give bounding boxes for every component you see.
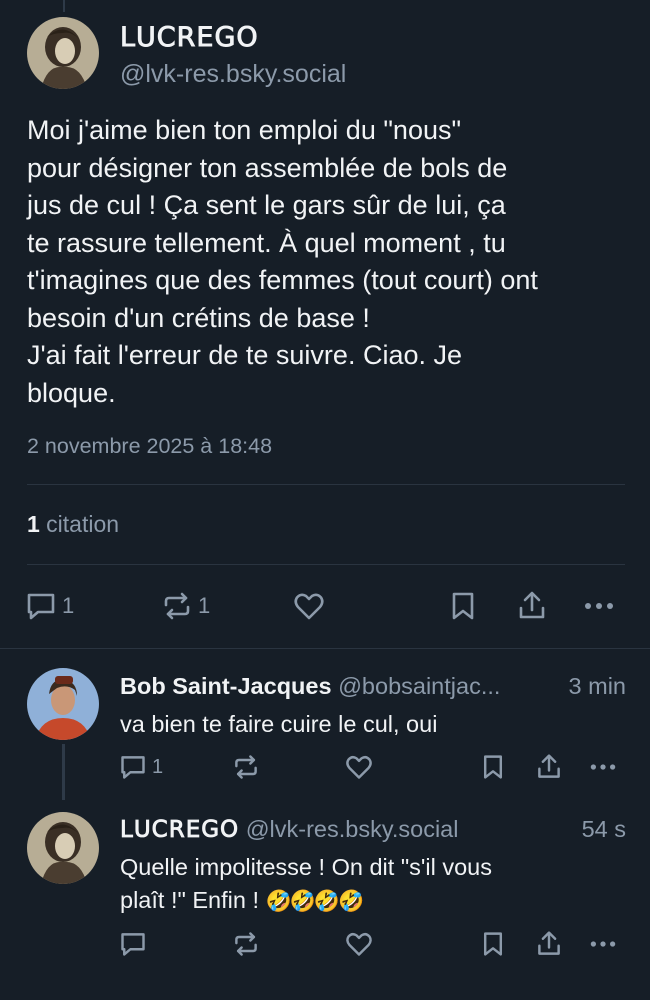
divider (27, 484, 625, 485)
more-button[interactable] (588, 930, 618, 958)
reply-icon (118, 930, 148, 958)
repost-button[interactable] (231, 930, 261, 958)
reply-header: Bob Saint-Jacques @bobsaintjac... (120, 673, 500, 700)
more-button[interactable] (582, 590, 616, 622)
post-time: 54 s (581, 816, 626, 842)
like-icon (344, 930, 374, 958)
like-icon (344, 753, 374, 781)
thread-line (63, 0, 65, 12)
quote-count: 1 (27, 511, 40, 537)
repost-count: 1 (198, 593, 211, 618)
reply-button[interactable] (118, 930, 148, 958)
bookmark-button[interactable] (448, 590, 478, 622)
more-button[interactable] (588, 753, 618, 781)
repost-icon (231, 753, 261, 781)
like-button[interactable] (344, 930, 374, 958)
share-button[interactable] (535, 753, 563, 781)
reply-icon (24, 590, 58, 622)
like-button[interactable] (292, 590, 326, 622)
like-button[interactable] (344, 753, 374, 781)
reply-button[interactable]: 1 (118, 753, 163, 781)
reply-text: Quelle impolitesse ! On dit "s'il vous p… (120, 851, 620, 918)
thread-line (62, 744, 65, 800)
more-icon (588, 930, 618, 958)
reply-button[interactable]: 1 (24, 590, 74, 622)
author-handle[interactable]: @lvk-res.bsky.social (120, 60, 346, 89)
share-icon (516, 590, 548, 622)
bookmark-icon (480, 930, 506, 958)
post-date: 2 novembre 2025 à 18:48 (27, 434, 273, 458)
quote-label: citation (39, 511, 120, 537)
bookmark-icon (480, 753, 506, 781)
post-time: 3 min (568, 673, 626, 699)
reply-text-line: Quelle impolitesse ! On dit "s'il vous (120, 854, 493, 880)
divider (27, 564, 625, 565)
reply-icon (118, 753, 148, 781)
author-name[interactable]: Bob Saint-Jacques (120, 673, 332, 699)
reply-text-line: plaît !" Enfin ! 🤣🤣🤣🤣 (120, 884, 620, 918)
share-button[interactable] (535, 930, 563, 958)
avatar[interactable] (27, 812, 99, 884)
share-icon (535, 930, 563, 958)
author-handle[interactable]: @bobsaintjac... (338, 673, 500, 699)
divider (0, 648, 650, 649)
reply-text-part: plaît !" Enfin ! (120, 887, 266, 913)
repost-icon (231, 930, 261, 958)
share-button[interactable] (516, 590, 548, 622)
repost-icon (160, 590, 194, 622)
author-name[interactable]: ꓡꓴꓚꓣꓰꓖꓳ (120, 816, 239, 843)
reply-header: ꓡꓴꓚꓣꓰꓖꓳ @lvk-res.bsky.social (120, 816, 458, 843)
bookmark-icon (448, 590, 478, 622)
author-handle[interactable]: @lvk-res.bsky.social (246, 816, 459, 842)
bookmark-button[interactable] (480, 753, 506, 781)
reply-count: 1 (62, 593, 75, 618)
more-icon (582, 590, 616, 622)
more-icon (588, 753, 618, 781)
reply-count: 1 (152, 755, 164, 778)
reply-text: va bien te faire cuire le cul, oui (120, 711, 438, 737)
like-icon (292, 590, 326, 622)
post-text: Moi j'aime bien ton emploi du "nous" pou… (27, 115, 538, 408)
repost-button[interactable]: 1 (160, 590, 210, 622)
repost-button[interactable] (231, 753, 261, 781)
avatar[interactable] (27, 17, 99, 89)
author-name[interactable]: ꓡꓴꓚꓣꓰꓖꓳ (120, 22, 259, 53)
bookmark-button[interactable] (480, 930, 506, 958)
avatar[interactable] (27, 668, 99, 740)
share-icon (535, 753, 563, 781)
laughing-emoji: 🤣🤣🤣🤣 (265, 890, 365, 913)
quote-count-link[interactable]: 1 citation (27, 511, 119, 538)
